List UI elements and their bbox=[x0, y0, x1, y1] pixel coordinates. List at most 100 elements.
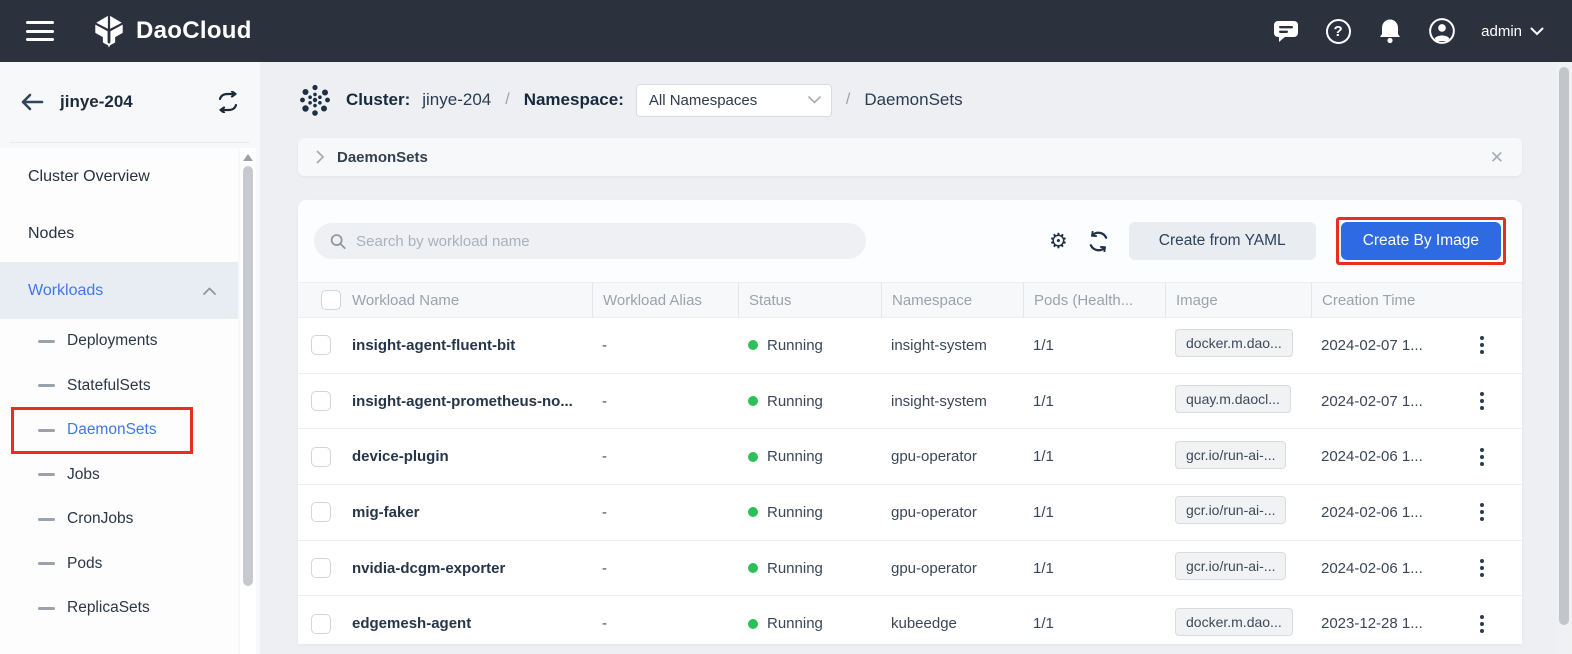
page-scrollbar[interactable] bbox=[1556, 62, 1572, 654]
row-actions-kebab-icon[interactable] bbox=[1476, 499, 1488, 525]
row-checkbox[interactable] bbox=[311, 502, 331, 522]
sidebar: jinye-204 Cluster OverviewNodesWorkloads… bbox=[0, 62, 260, 654]
column-header: Workload Name bbox=[342, 283, 592, 317]
creation-time: 2024-02-07 1... bbox=[1311, 337, 1453, 354]
topbar: DaoCloud ? adm bbox=[0, 0, 1572, 62]
sidebar-item-label: Workloads bbox=[28, 282, 103, 300]
namespace-value: insight-system bbox=[881, 393, 1023, 410]
sidebar-item-cronjobs[interactable]: CronJobs bbox=[0, 497, 238, 542]
breadcrumb-separator: / bbox=[505, 91, 509, 109]
workload-name-link[interactable]: insight-agent-prometheus-no... bbox=[342, 393, 592, 410]
status-dot-icon bbox=[748, 563, 758, 573]
brand: DaoCloud bbox=[92, 14, 252, 48]
column-header: Image bbox=[1165, 283, 1311, 317]
search-box[interactable] bbox=[314, 223, 866, 259]
row-checkbox[interactable] bbox=[311, 558, 331, 578]
scroll-up-icon[interactable] bbox=[243, 154, 253, 161]
status-badge: Running bbox=[738, 448, 881, 465]
page-scrollbar-thumb[interactable] bbox=[1559, 67, 1569, 625]
sidebar-item-pods[interactable]: Pods bbox=[0, 542, 238, 587]
status-badge: Running bbox=[738, 560, 881, 577]
close-icon[interactable]: ✕ bbox=[1490, 149, 1504, 166]
brand-name: DaoCloud bbox=[136, 17, 252, 45]
sidebar-item-jobs[interactable]: Jobs bbox=[0, 453, 238, 498]
table-row: insight-agent-fluent-bit-Runninginsight-… bbox=[298, 318, 1522, 374]
sidebar-item-nodes[interactable]: Nodes bbox=[0, 205, 238, 262]
row-actions-kebab-icon[interactable] bbox=[1476, 611, 1488, 637]
table-row: edgemesh-agent-Runningkubeedge1/1docker.… bbox=[298, 596, 1522, 644]
avatar-icon[interactable] bbox=[1429, 18, 1455, 44]
image-cell: gcr.io/run-ai-... bbox=[1165, 552, 1311, 584]
row-checkbox[interactable] bbox=[311, 614, 331, 634]
scrollbar-thumb[interactable] bbox=[243, 166, 253, 586]
sidebar-item-statefulsets[interactable]: StatefulSets bbox=[0, 364, 238, 409]
workload-alias: - bbox=[592, 448, 738, 465]
gear-icon[interactable]: ⚙ bbox=[1049, 231, 1068, 252]
sidebar-item-replicasets[interactable]: ReplicaSets bbox=[0, 586, 238, 631]
image-cell: quay.m.daocl... bbox=[1165, 385, 1311, 417]
status-dot-icon bbox=[748, 507, 758, 517]
namespace-value: gpu-operator bbox=[881, 448, 1023, 465]
sidebar-item-workloads[interactable]: Workloads bbox=[0, 262, 238, 319]
row-checkbox[interactable] bbox=[311, 335, 331, 355]
namespace-value: kubeedge bbox=[881, 615, 1023, 632]
row-actions-kebab-icon[interactable] bbox=[1476, 332, 1488, 358]
image-chip[interactable]: quay.m.daocl... bbox=[1175, 385, 1291, 413]
image-chip[interactable]: gcr.io/run-ai-... bbox=[1175, 496, 1286, 524]
column-header: Creation Time bbox=[1311, 283, 1453, 317]
create-from-yaml-button[interactable]: Create from YAML bbox=[1129, 222, 1316, 260]
cluster-value[interactable]: jinye-204 bbox=[422, 90, 491, 110]
refresh-icon[interactable] bbox=[1088, 231, 1109, 252]
row-checkbox[interactable] bbox=[311, 391, 331, 411]
workload-name-link[interactable]: insight-agent-fluent-bit bbox=[342, 337, 592, 354]
sidebar-item-cluster-overview[interactable]: Cluster Overview bbox=[0, 148, 238, 205]
row-actions-kebab-icon[interactable] bbox=[1476, 444, 1488, 470]
chevron-down-icon bbox=[1530, 27, 1544, 36]
namespace-value: gpu-operator bbox=[881, 560, 1023, 577]
workload-name-link[interactable]: nvidia-dcgm-exporter bbox=[342, 560, 592, 577]
search-input[interactable] bbox=[356, 233, 850, 250]
cluster-label: Cluster: bbox=[346, 90, 410, 110]
switch-cluster-icon[interactable] bbox=[216, 91, 240, 113]
workload-alias: - bbox=[592, 504, 738, 521]
sidebar-scrollbar[interactable] bbox=[240, 148, 256, 654]
chevron-up-icon bbox=[203, 287, 216, 295]
create-by-image-button[interactable]: Create By Image bbox=[1341, 222, 1501, 260]
dash-icon bbox=[38, 607, 55, 610]
chevron-right-icon[interactable] bbox=[316, 150, 325, 164]
daemonsets-tab-bar[interactable]: DaemonSets ✕ bbox=[298, 138, 1522, 176]
status-text: Running bbox=[767, 448, 823, 465]
image-chip[interactable]: docker.m.dao... bbox=[1175, 608, 1293, 636]
row-actions-kebab-icon[interactable] bbox=[1476, 555, 1488, 581]
select-all-checkbox[interactable] bbox=[321, 290, 341, 310]
workload-name-link[interactable]: mig-faker bbox=[342, 504, 592, 521]
image-chip[interactable]: gcr.io/run-ai-... bbox=[1175, 552, 1286, 580]
sidebar-item-label: Deployments bbox=[67, 332, 157, 350]
back-arrow-icon[interactable] bbox=[20, 92, 44, 112]
row-actions-kebab-icon[interactable] bbox=[1476, 388, 1488, 414]
hamburger-icon[interactable] bbox=[26, 21, 54, 41]
sidebar-item-label: DaemonSets bbox=[67, 421, 157, 439]
sidebar-item-label: Jobs bbox=[67, 466, 100, 484]
chat-icon[interactable] bbox=[1273, 18, 1299, 44]
annotation-box-create-by-image: Create By Image bbox=[1336, 217, 1506, 265]
dash-icon bbox=[38, 384, 55, 387]
namespace-value: All Namespaces bbox=[649, 92, 757, 109]
sidebar-item-daemonsets[interactable]: DaemonSets bbox=[12, 408, 192, 453]
status-badge: Running bbox=[738, 337, 881, 354]
user-menu[interactable]: admin bbox=[1481, 23, 1544, 40]
pods-health-value: 1/1 bbox=[1023, 337, 1165, 354]
image-cell: docker.m.dao... bbox=[1165, 608, 1311, 640]
namespace-select[interactable]: All Namespaces bbox=[636, 84, 832, 117]
workload-name-link[interactable]: device-plugin bbox=[342, 448, 592, 465]
sidebar-item-deployments[interactable]: Deployments bbox=[0, 319, 238, 364]
row-checkbox[interactable] bbox=[311, 447, 331, 467]
image-chip[interactable]: gcr.io/run-ai-... bbox=[1175, 441, 1286, 469]
daocloud-logo-icon bbox=[92, 14, 126, 48]
workload-name-link[interactable]: edgemesh-agent bbox=[342, 615, 592, 632]
bell-icon[interactable] bbox=[1377, 18, 1403, 44]
table-row: device-plugin-Runninggpu-operator1/1gcr.… bbox=[298, 429, 1522, 485]
help-icon[interactable]: ? bbox=[1325, 18, 1351, 44]
sidebar-item-label: Nodes bbox=[28, 225, 74, 243]
image-chip[interactable]: docker.m.dao... bbox=[1175, 329, 1293, 357]
